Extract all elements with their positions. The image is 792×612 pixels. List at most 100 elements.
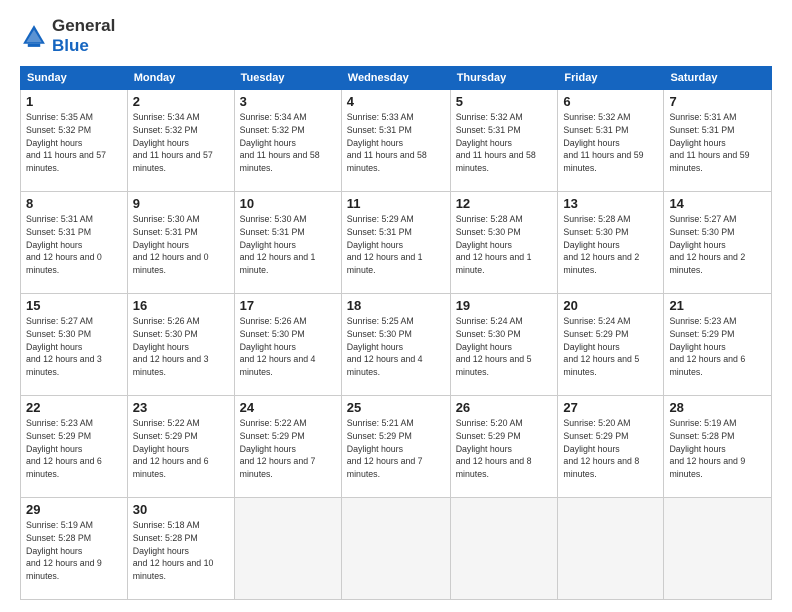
day-info: Sunrise: 5:31 AMSunset: 5:31 PMDaylight … xyxy=(669,112,749,173)
day-number: 22 xyxy=(26,400,122,415)
day-number: 26 xyxy=(456,400,553,415)
day-number: 19 xyxy=(456,298,553,313)
table-row xyxy=(664,498,772,600)
day-number: 25 xyxy=(347,400,445,415)
day-info: Sunrise: 5:24 AMSunset: 5:30 PMDaylight … xyxy=(456,316,532,377)
table-row: 23 Sunrise: 5:22 AMSunset: 5:29 PMDayligh… xyxy=(127,396,234,498)
table-row: 14 Sunrise: 5:27 AMSunset: 5:30 PMDayligh… xyxy=(664,192,772,294)
day-number: 17 xyxy=(240,298,336,313)
day-number: 10 xyxy=(240,196,336,211)
table-row: 27 Sunrise: 5:20 AMSunset: 5:29 PMDayligh… xyxy=(558,396,664,498)
day-info: Sunrise: 5:28 AMSunset: 5:30 PMDaylight … xyxy=(456,214,532,275)
day-info: Sunrise: 5:27 AMSunset: 5:30 PMDaylight … xyxy=(26,316,102,377)
day-info: Sunrise: 5:25 AMSunset: 5:30 PMDaylight … xyxy=(347,316,423,377)
table-row: 2 Sunrise: 5:34 AMSunset: 5:32 PMDaylight… xyxy=(127,90,234,192)
day-number: 20 xyxy=(563,298,658,313)
logo: General Blue xyxy=(20,16,115,56)
table-row: 22Sunrise: 5:23 AMSunset: 5:29 PMDayligh… xyxy=(21,396,128,498)
table-row: 21 Sunrise: 5:23 AMSunset: 5:29 PMDayligh… xyxy=(664,294,772,396)
table-row: 5Sunrise: 5:32 AMSunset: 5:31 PMDaylight… xyxy=(450,90,558,192)
day-number: 27 xyxy=(563,400,658,415)
day-number: 3 xyxy=(240,94,336,109)
table-row: 1Sunrise: 5:35 AMSunset: 5:32 PMDaylight… xyxy=(21,90,128,192)
day-info: Sunrise: 5:28 AMSunset: 5:30 PMDaylight … xyxy=(563,214,639,275)
table-row: 25 Sunrise: 5:21 AMSunset: 5:29 PMDayligh… xyxy=(341,396,450,498)
table-row: 4 Sunrise: 5:33 AMSunset: 5:31 PMDaylight… xyxy=(341,90,450,192)
table-row xyxy=(558,498,664,600)
day-number: 7 xyxy=(669,94,766,109)
calendar-body: 1Sunrise: 5:35 AMSunset: 5:32 PMDaylight… xyxy=(21,90,772,600)
table-row xyxy=(341,498,450,600)
calendar-header: Sunday Monday Tuesday Wednesday Thursday… xyxy=(21,67,772,90)
day-number: 24 xyxy=(240,400,336,415)
header: General Blue xyxy=(20,16,772,56)
table-row: 16 Sunrise: 5:26 AMSunset: 5:30 PMDayligh… xyxy=(127,294,234,396)
day-info: Sunrise: 5:30 AMSunset: 5:31 PMDaylight … xyxy=(133,214,209,275)
table-row: 30 Sunrise: 5:18 AMSunset: 5:28 PMDayligh… xyxy=(127,498,234,600)
table-row: 17 Sunrise: 5:26 AMSunset: 5:30 PMDayligh… xyxy=(234,294,341,396)
table-row xyxy=(234,498,341,600)
table-row: 9 Sunrise: 5:30 AMSunset: 5:31 PMDaylight… xyxy=(127,192,234,294)
day-info: Sunrise: 5:26 AMSunset: 5:30 PMDaylight … xyxy=(240,316,316,377)
day-number: 14 xyxy=(669,196,766,211)
day-info: Sunrise: 5:22 AMSunset: 5:29 PMDaylight … xyxy=(240,418,316,479)
day-info: Sunrise: 5:21 AMSunset: 5:29 PMDaylight … xyxy=(347,418,423,479)
day-info: Sunrise: 5:26 AMSunset: 5:30 PMDaylight … xyxy=(133,316,209,377)
day-info: Sunrise: 5:19 AMSunset: 5:28 PMDaylight … xyxy=(26,520,102,581)
table-row: 15 Sunrise: 5:27 AMSunset: 5:30 PMDayligh… xyxy=(21,294,128,396)
day-info: Sunrise: 5:31 AMSunset: 5:31 PMDaylight … xyxy=(26,214,102,275)
table-row: 6Sunrise: 5:32 AMSunset: 5:31 PMDaylight… xyxy=(558,90,664,192)
day-number: 15 xyxy=(26,298,122,313)
day-number: 2 xyxy=(133,94,229,109)
day-info: Sunrise: 5:19 AMSunset: 5:28 PMDaylight … xyxy=(669,418,745,479)
day-number: 11 xyxy=(347,196,445,211)
table-row: 19 Sunrise: 5:24 AMSunset: 5:30 PMDayligh… xyxy=(450,294,558,396)
table-row: 3 Sunrise: 5:34 AMSunset: 5:32 PMDaylight… xyxy=(234,90,341,192)
day-info: Sunrise: 5:33 AMSunset: 5:31 PMDaylight … xyxy=(347,112,427,173)
day-info: Sunrise: 5:34 AMSunset: 5:32 PMDaylight … xyxy=(133,112,213,173)
day-info: Sunrise: 5:34 AMSunset: 5:32 PMDaylight … xyxy=(240,112,320,173)
col-sunday: Sunday xyxy=(21,67,128,90)
day-info: Sunrise: 5:18 AMSunset: 5:28 PMDaylight … xyxy=(133,520,214,581)
day-number: 18 xyxy=(347,298,445,313)
table-row: 11 Sunrise: 5:29 AMSunset: 5:31 PMDayligh… xyxy=(341,192,450,294)
table-row: 24 Sunrise: 5:22 AMSunset: 5:29 PMDayligh… xyxy=(234,396,341,498)
table-row: 20 Sunrise: 5:24 AMSunset: 5:29 PMDayligh… xyxy=(558,294,664,396)
day-info: Sunrise: 5:27 AMSunset: 5:30 PMDaylight … xyxy=(669,214,745,275)
day-number: 6 xyxy=(563,94,658,109)
table-row: 12 Sunrise: 5:28 AMSunset: 5:30 PMDayligh… xyxy=(450,192,558,294)
day-number: 13 xyxy=(563,196,658,211)
logo-icon xyxy=(20,22,48,50)
day-number: 29 xyxy=(26,502,122,517)
calendar-page: General Blue Sunday Monday Tuesday Wedne… xyxy=(0,0,792,612)
day-info: Sunrise: 5:20 AMSunset: 5:29 PMDaylight … xyxy=(456,418,532,479)
day-number: 5 xyxy=(456,94,553,109)
table-row: 26 Sunrise: 5:20 AMSunset: 5:29 PMDayligh… xyxy=(450,396,558,498)
table-row: 10 Sunrise: 5:30 AMSunset: 5:31 PMDayligh… xyxy=(234,192,341,294)
table-row: 28 Sunrise: 5:19 AMSunset: 5:28 PMDayligh… xyxy=(664,396,772,498)
day-info: Sunrise: 5:23 AMSunset: 5:29 PMDaylight … xyxy=(669,316,745,377)
day-number: 21 xyxy=(669,298,766,313)
logo-text: General Blue xyxy=(52,16,115,56)
table-row: 13 Sunrise: 5:28 AMSunset: 5:30 PMDayligh… xyxy=(558,192,664,294)
day-number: 4 xyxy=(347,94,445,109)
col-friday: Friday xyxy=(558,67,664,90)
day-info: Sunrise: 5:24 AMSunset: 5:29 PMDaylight … xyxy=(563,316,639,377)
day-number: 30 xyxy=(133,502,229,517)
day-number: 12 xyxy=(456,196,553,211)
col-tuesday: Tuesday xyxy=(234,67,341,90)
day-number: 28 xyxy=(669,400,766,415)
table-row: 18 Sunrise: 5:25 AMSunset: 5:30 PMDayligh… xyxy=(341,294,450,396)
day-info: Sunrise: 5:20 AMSunset: 5:29 PMDaylight … xyxy=(563,418,639,479)
day-info: Sunrise: 5:30 AMSunset: 5:31 PMDaylight … xyxy=(240,214,316,275)
table-row: 29 Sunrise: 5:19 AMSunset: 5:28 PMDayligh… xyxy=(21,498,128,600)
table-row xyxy=(450,498,558,600)
col-monday: Monday xyxy=(127,67,234,90)
day-number: 23 xyxy=(133,400,229,415)
col-saturday: Saturday xyxy=(664,67,772,90)
day-info: Sunrise: 5:22 AMSunset: 5:29 PMDaylight … xyxy=(133,418,209,479)
day-number: 16 xyxy=(133,298,229,313)
calendar-table: Sunday Monday Tuesday Wednesday Thursday… xyxy=(20,66,772,600)
day-number: 9 xyxy=(133,196,229,211)
day-info: Sunrise: 5:29 AMSunset: 5:31 PMDaylight … xyxy=(347,214,423,275)
